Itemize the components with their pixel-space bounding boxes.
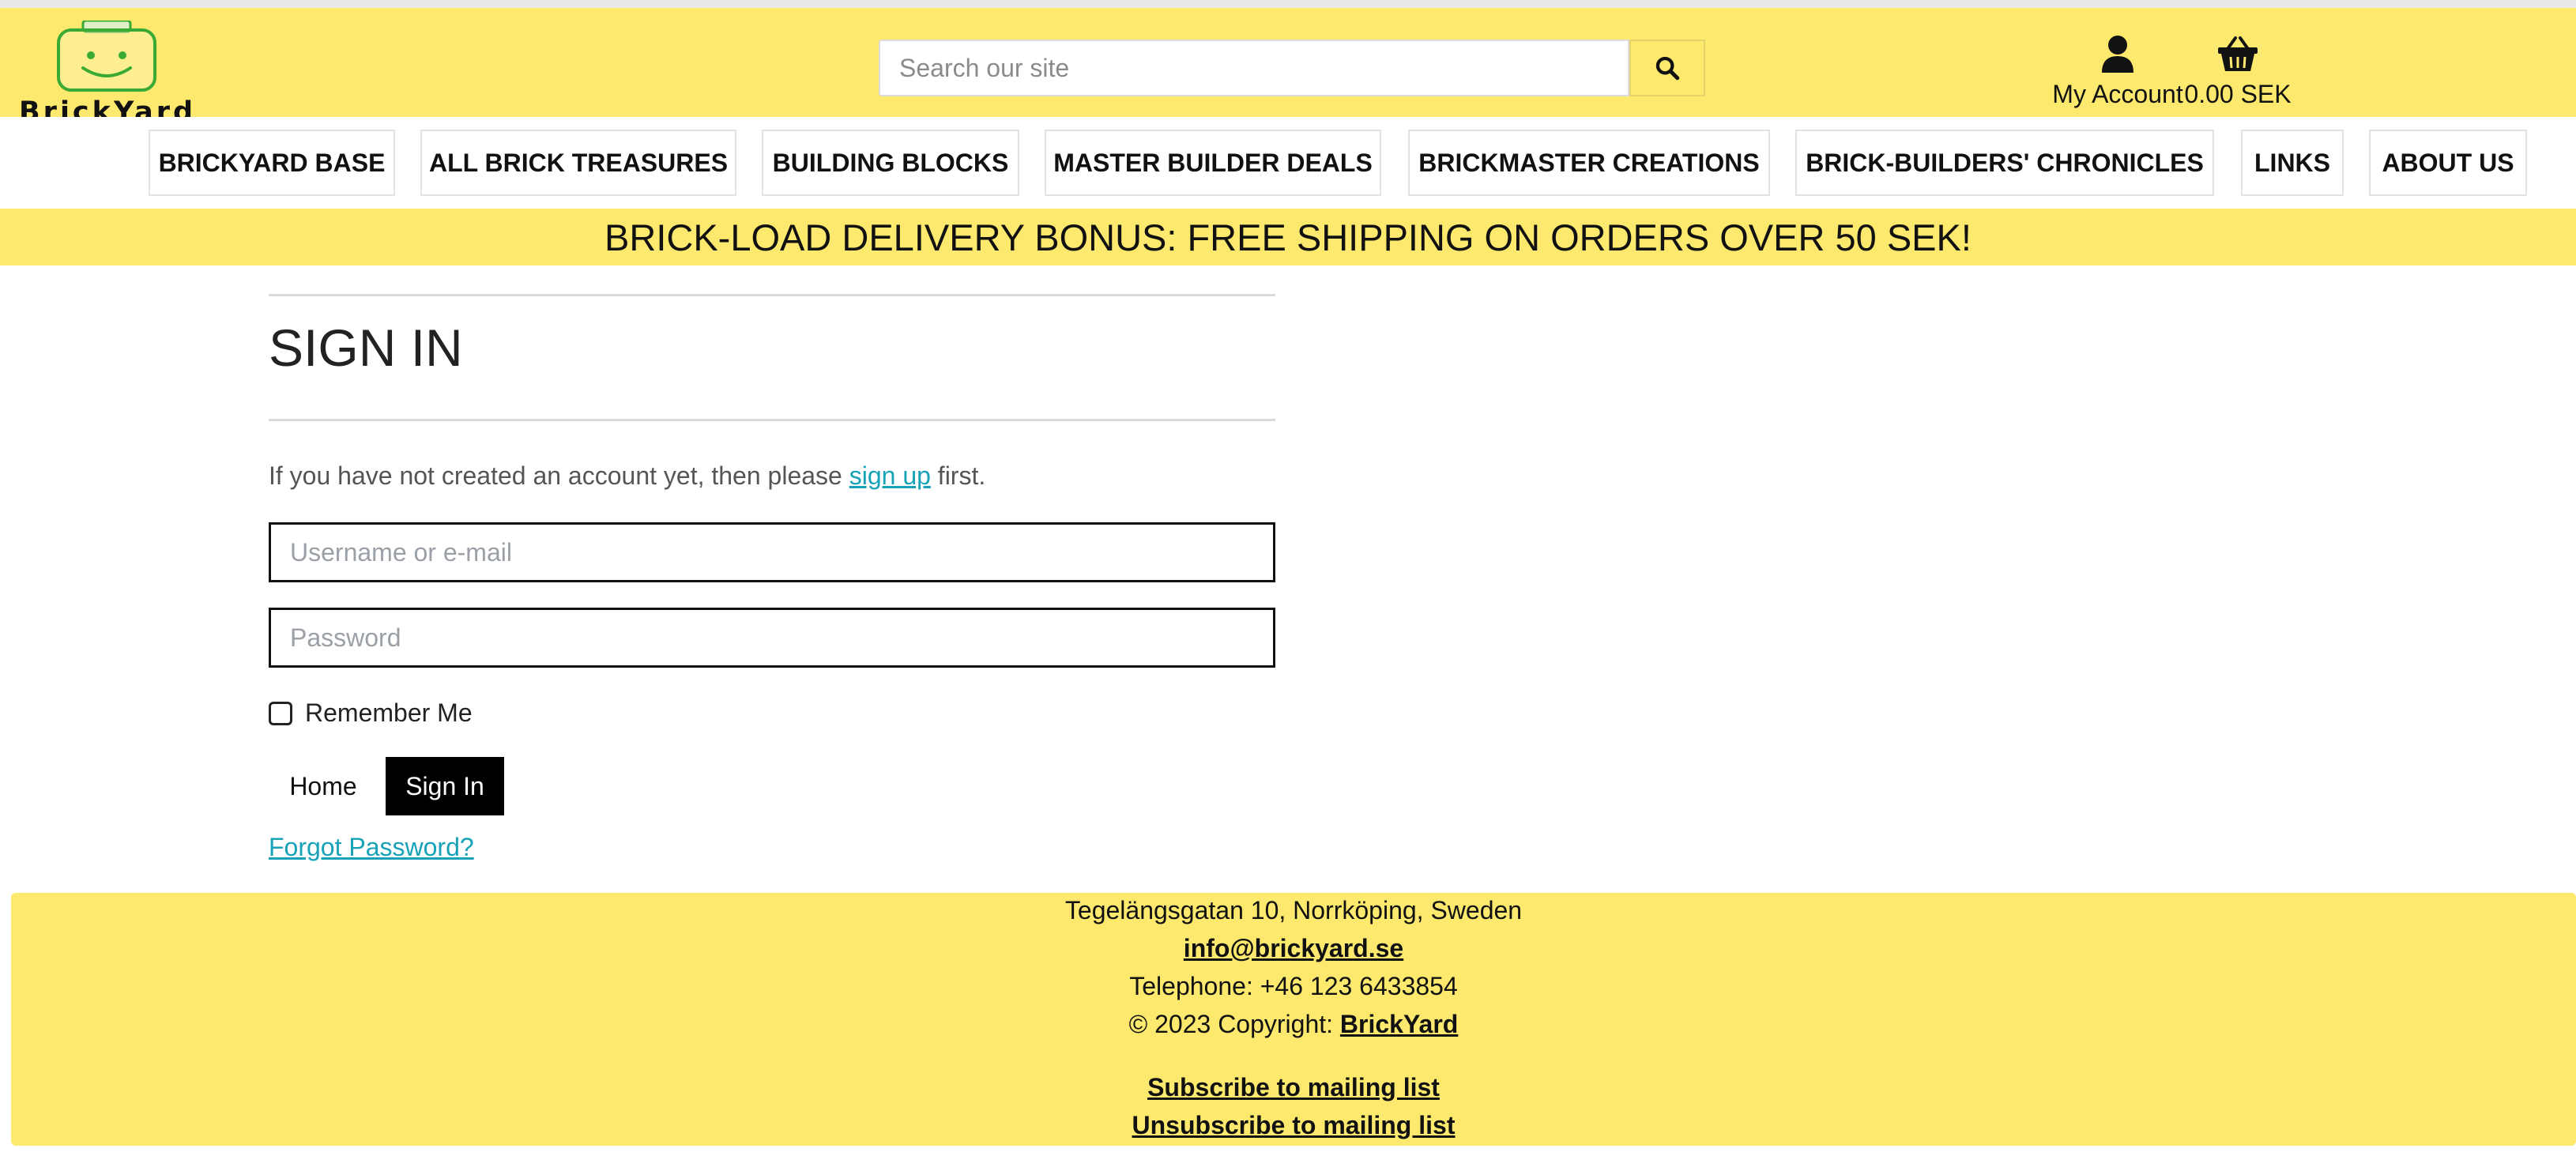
footer-telephone: Telephone: +46 123 6433854 [1129,972,1458,1000]
nav-item-brick-builders-chronicles[interactable]: BRICK-BUILDERS' CHRONICLES [1795,130,2214,196]
nav-item-brickmaster-creations[interactable]: BRICKMASTER CREATIONS [1408,130,1770,196]
search-box [879,40,1629,96]
site-header: BrickYard My Account 0.00 SEK [0,8,2576,128]
site-footer: Tegelängsgatan 10, Norrköping, Sweden in… [11,893,2576,1146]
nav-item-about-us[interactable]: ABOUT US [2369,130,2527,196]
lego-head-logo-icon [57,21,156,92]
nav-item-master-builder-deals[interactable]: MASTER BUILDER DEALS [1045,130,1381,196]
footer-copyright: © 2023 Copyright: BrickYard [11,1010,2576,1039]
subscribe-link[interactable]: Subscribe to mailing list [1147,1073,1440,1101]
signup-prompt-before: If you have not created an account yet, … [269,461,849,490]
signup-prompt: If you have not created an account yet, … [269,461,985,491]
footer-email-row: info@brickyard.se [11,934,2576,963]
password-field-box [269,608,1275,668]
cart-total: 0.00 SEK [2184,80,2292,108]
remember-me-label: Remember Me [305,698,473,727]
footer-copyright-link[interactable]: BrickYard [1340,1010,1458,1038]
forgot-password-link[interactable]: Forgot Password? [269,833,474,862]
footer-email-link[interactable]: info@brickyard.se [1184,934,1403,962]
nav-item-brickyard-base[interactable]: BRICKYARD BASE [149,130,395,196]
home-button[interactable]: Home [269,757,378,815]
nav-item-building-blocks[interactable]: BUILDING BLOCKS [762,130,1019,196]
user-icon [2102,36,2133,73]
brickyard-logo[interactable]: BrickYard [8,21,205,128]
username-field[interactable] [271,525,1273,580]
promo-banner: BRICK-LOAD DELIVERY BONUS: FREE SHIPPING… [0,209,2576,265]
remember-me: Remember Me [269,698,473,728]
password-field[interactable] [271,610,1273,665]
footer-unsubscribe-row: Unsubscribe to mailing list [11,1111,2576,1140]
top-border [0,0,2576,8]
title-divider [269,419,1275,421]
search-input[interactable] [880,41,1628,95]
basket-icon [2218,36,2258,71]
top-divider [269,294,1275,296]
sign-in-button[interactable]: Sign In [386,757,504,815]
nav-item-all-brick-treasures[interactable]: ALL BRICK TREASURES [420,130,736,196]
page-title: SIGN IN [269,318,463,377]
search-icon [1655,56,1680,81]
main-nav: BRICKYARD BASE ALL BRICK TREASURES BUILD… [0,117,2576,209]
footer-copyright-text: © 2023 Copyright: [1128,1010,1340,1038]
signup-link[interactable]: sign up [849,461,931,490]
nav-item-links[interactable]: LINKS [2241,130,2344,196]
footer-subscribe-row: Subscribe to mailing list [11,1073,2576,1102]
cart-link[interactable]: 0.00 SEK [2175,35,2301,114]
footer-address: Tegelängsgatan 10, Norrköping, Sweden [1064,896,1523,924]
remember-me-checkbox[interactable] [269,701,292,725]
unsubscribe-link[interactable]: Unsubscribe to mailing list [1132,1111,1456,1139]
search-button[interactable] [1629,40,1705,96]
signup-prompt-after: first. [930,461,986,490]
username-field-box [269,522,1275,582]
